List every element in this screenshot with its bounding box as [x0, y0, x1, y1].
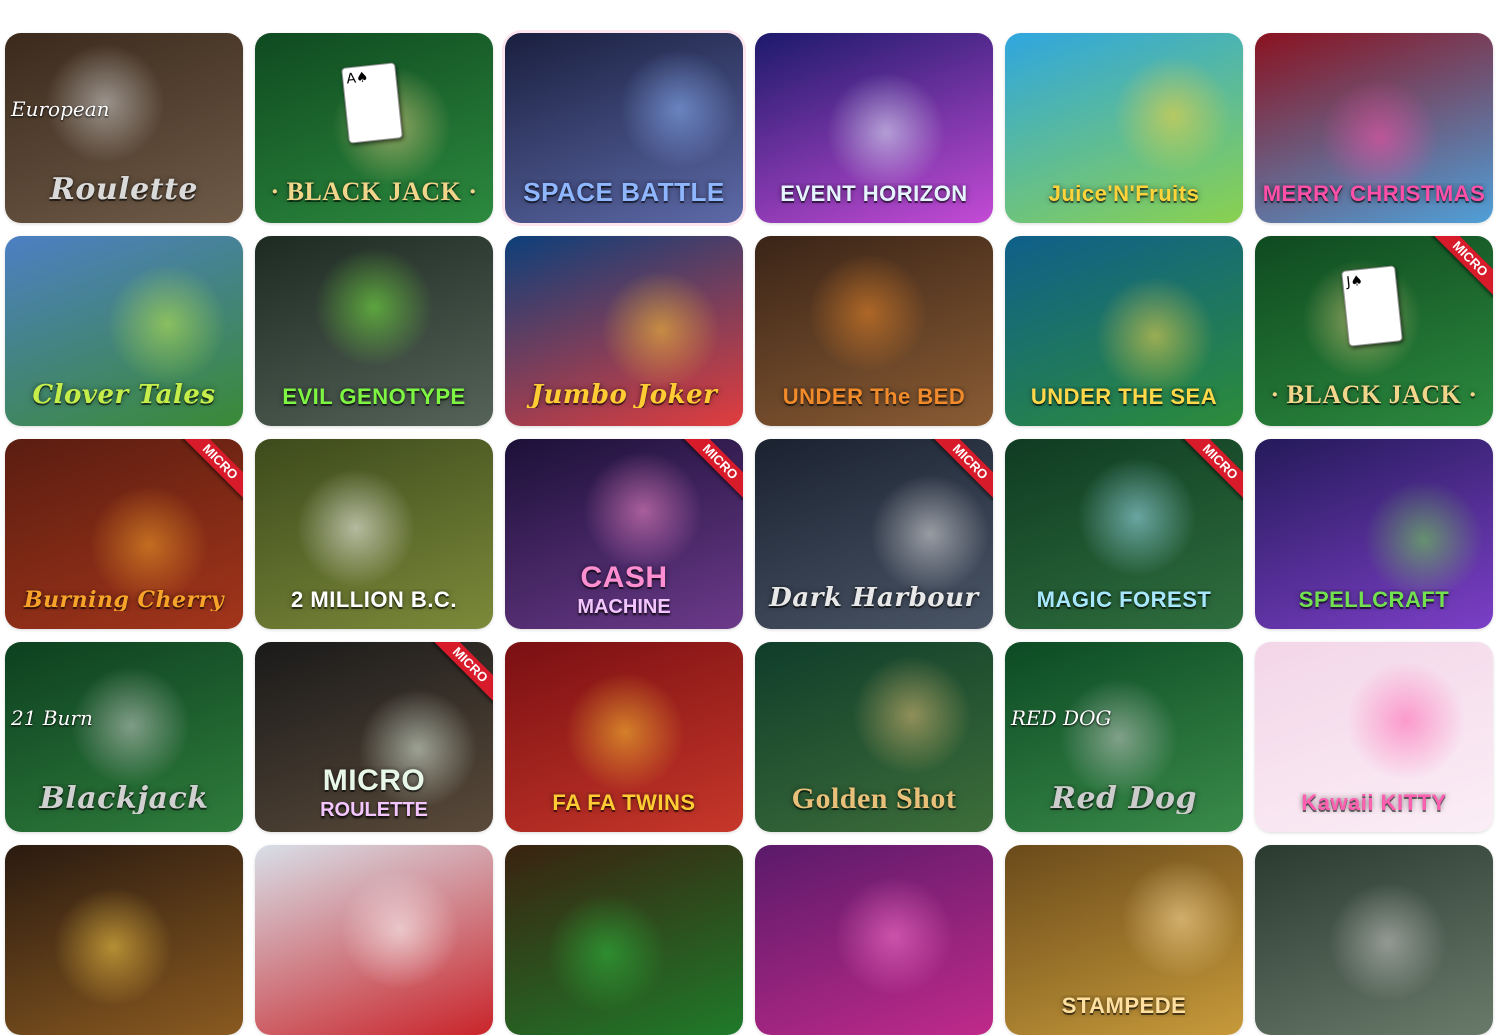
- artwork-shape: [1328, 882, 1448, 1002]
- game-tile[interactable]: [505, 845, 743, 1035]
- artwork-shape: [340, 870, 460, 990]
- game-title: MICRO: [322, 766, 426, 796]
- artwork-shape: [53, 887, 173, 1007]
- micro-badge-label: MICRO: [1181, 439, 1243, 501]
- game-tile[interactable]: RED DOG Red Dog: [1005, 642, 1243, 832]
- artwork-shape: [619, 49, 739, 169]
- artwork-shape: [852, 655, 972, 775]
- micro-badge: MICRO: [931, 439, 993, 501]
- artwork-shape: [1320, 78, 1440, 198]
- game-tile[interactable]: MICRO ROULETTE MICRO: [255, 642, 493, 832]
- game-tile[interactable]: [1255, 845, 1493, 1035]
- game-title: EVIL GENOTYPE: [282, 386, 466, 408]
- game-title: UNDER THE SEA: [1030, 386, 1218, 408]
- game-tile[interactable]: Juice'N'Fruits: [1005, 33, 1243, 223]
- game-tile[interactable]: Jumbo Joker: [505, 236, 743, 426]
- artwork-shape: [1121, 859, 1241, 979]
- artwork-shape: [1077, 457, 1197, 577]
- game-tile[interactable]: MERRY CHRISTMAS: [1255, 33, 1493, 223]
- game-tile[interactable]: SPELLCRAFT: [1255, 439, 1493, 629]
- game-tile[interactable]: FA FA TWINS: [505, 642, 743, 832]
- game-tile[interactable]: EVENT HORIZON: [755, 33, 993, 223]
- game-title: UNDER The BED: [782, 386, 966, 408]
- artwork-shape: [547, 893, 667, 1013]
- micro-badge-label: MICRO: [931, 439, 993, 501]
- game-title: Juice'N'Fruits: [1048, 183, 1200, 205]
- game-tile[interactable]: UNDER THE SEA: [1005, 236, 1243, 426]
- game-tile[interactable]: STAMPEDE: [1005, 845, 1243, 1035]
- game-title: Clover Tales: [32, 382, 216, 408]
- game-title: Golden Shot: [791, 784, 957, 814]
- micro-badge: MICRO: [1431, 236, 1493, 298]
- game-title: Kawaii KITTY: [1301, 792, 1447, 814]
- micro-badge-label: MICRO: [431, 642, 493, 704]
- artwork-shape: [826, 72, 946, 192]
- game-tile[interactable]: Clover Tales: [5, 236, 243, 426]
- game-tile[interactable]: J♠ · BLACK JACK · MICRO: [1255, 236, 1493, 426]
- games-grid: European Roulette A♠ · BLACK JACK · SPACE BA…: [5, 33, 1493, 1035]
- micro-badge-label: MICRO: [181, 439, 243, 501]
- game-title: Burning Cherry: [23, 589, 225, 611]
- game-title: · BLACK JACK ·: [270, 179, 478, 205]
- game-title: Roulette: [49, 175, 199, 205]
- game-tile[interactable]: European Roulette: [5, 33, 243, 223]
- micro-badge-label: MICRO: [681, 439, 743, 501]
- artwork-shape: [565, 672, 685, 792]
- game-title: STAMPEDE: [1061, 995, 1187, 1017]
- game-tile[interactable]: Golden Shot: [755, 642, 993, 832]
- game-title: 2 MILLION B.C.: [291, 589, 457, 611]
- artwork-shape: [296, 468, 416, 588]
- game-tile[interactable]: 2 MILLION B.C.: [255, 439, 493, 629]
- game-tile[interactable]: EVIL GENOTYPE: [255, 236, 493, 426]
- game-title: Red Dog: [1051, 784, 1197, 814]
- game-title: SPACE BATTLE: [523, 179, 725, 205]
- game-title: Jumbo Joker: [530, 382, 718, 408]
- game-tile[interactable]: A♠ · BLACK JACK ·: [255, 33, 493, 223]
- micro-badge-label: MICRO: [1431, 236, 1493, 298]
- playing-card: J♠: [1341, 265, 1403, 347]
- game-title: CASH: [580, 563, 668, 593]
- game-title: FA FA TWINS: [552, 792, 696, 814]
- game-tile[interactable]: CASH MACHINE MICRO: [505, 439, 743, 629]
- game-title: · BLACK JACK ·: [1270, 382, 1478, 408]
- game-title: Dark Harbour: [769, 585, 979, 611]
- game-title: MAGIC FOREST: [1036, 589, 1212, 611]
- artwork-shape: [808, 253, 928, 373]
- artwork-shape: [89, 485, 209, 605]
- artwork-shape: [1059, 678, 1179, 798]
- game-tile[interactable]: Kawaii KITTY: [1255, 642, 1493, 832]
- game-tile[interactable]: UNDER The BED: [755, 236, 993, 426]
- game-tile[interactable]: [255, 845, 493, 1035]
- game-subtitle: ROULETTE: [320, 799, 428, 821]
- artwork-shape: [107, 264, 227, 384]
- artwork-shape: [1095, 276, 1215, 396]
- artwork-shape: [314, 247, 434, 367]
- game-tile[interactable]: [5, 845, 243, 1035]
- playing-card: A♠: [341, 62, 403, 144]
- artwork-shape: [1113, 55, 1233, 175]
- game-tile[interactable]: Burning Cherry MICRO: [5, 439, 243, 629]
- artwork-shape: [601, 270, 721, 390]
- game-tile[interactable]: Dark Harbour MICRO: [755, 439, 993, 629]
- game-tile[interactable]: SPACE BATTLE: [505, 33, 743, 223]
- game-tile[interactable]: MAGIC FOREST MICRO: [1005, 439, 1243, 629]
- micro-badge: MICRO: [431, 642, 493, 704]
- artwork-shape: [834, 876, 954, 996]
- game-title: SPELLCRAFT: [1298, 589, 1450, 611]
- game-title: MERRY CHRISTMAS: [1262, 183, 1486, 205]
- micro-badge: MICRO: [181, 439, 243, 501]
- micro-badge: MICRO: [1181, 439, 1243, 501]
- game-title: EVENT HORIZON: [780, 183, 968, 205]
- game-tile[interactable]: 21 Burn Blackjack: [5, 642, 243, 832]
- game-subtitle: MACHINE: [577, 596, 671, 618]
- micro-badge: MICRO: [681, 439, 743, 501]
- game-subtitle: RED DOG: [1011, 706, 1112, 730]
- artwork-shape: [1346, 661, 1466, 781]
- game-title: Blackjack: [39, 784, 209, 814]
- game-subtitle: European: [11, 97, 110, 121]
- game-tile[interactable]: [755, 845, 993, 1035]
- game-subtitle: 21 Burn: [11, 706, 93, 730]
- artwork-shape: [1364, 480, 1484, 600]
